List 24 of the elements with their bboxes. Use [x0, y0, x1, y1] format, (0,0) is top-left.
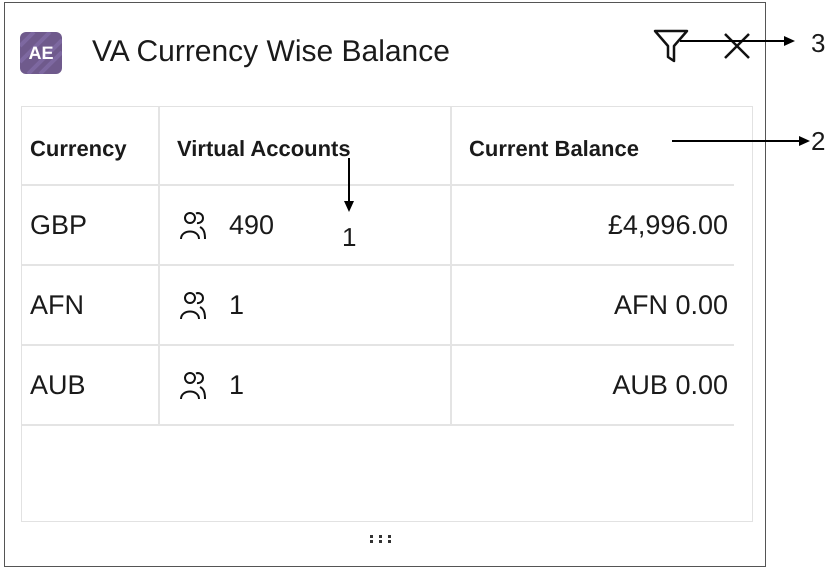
column-header: Current Balance [451, 107, 734, 185]
account-count: 1 [229, 290, 244, 320]
callout-number: 1 [342, 222, 356, 253]
avatar: AE [20, 32, 62, 74]
callout-number: 2 [811, 126, 826, 157]
currency-cell: AFN [22, 265, 159, 345]
filter-button[interactable] [653, 29, 689, 63]
currency-cell: GBP [22, 185, 159, 265]
people-icon [179, 210, 207, 240]
balance-cell: AFN 0.00 [451, 265, 734, 345]
column-header: Currency [22, 107, 159, 185]
people-icon [179, 290, 207, 320]
balance-cell: AUB 0.00 [451, 345, 734, 425]
callout-arrow [343, 158, 355, 212]
callout-number: 3 [811, 28, 826, 59]
resize-handle[interactable] [370, 535, 392, 543]
people-icon [179, 370, 207, 400]
account-count: 1 [229, 370, 244, 400]
widget-title: VA Currency Wise Balance [92, 35, 451, 69]
currency-cell: AUB [22, 345, 159, 425]
column-header: Virtual Accounts [159, 107, 451, 185]
close-button[interactable] [723, 32, 751, 60]
account-count: 490 [229, 210, 274, 240]
balance-cell: £4,996.00 [451, 185, 734, 265]
